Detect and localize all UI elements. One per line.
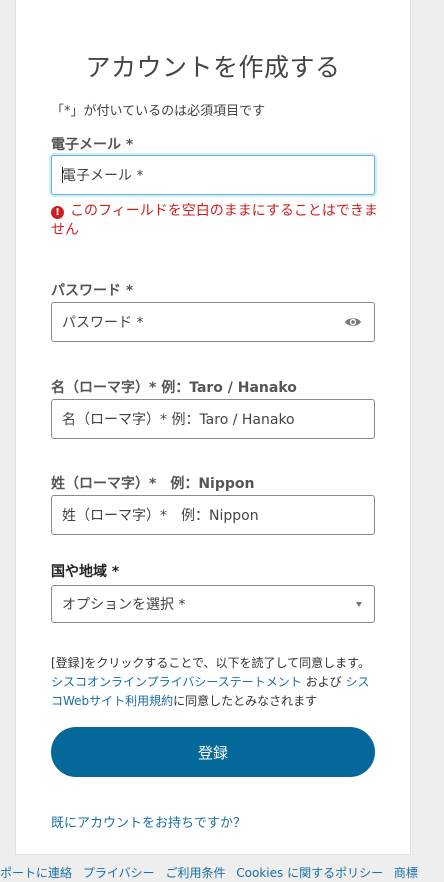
last-name-label: 姓（ローマ字）* 例：Nippon <box>51 476 255 492</box>
terms-text: [登録]をクリックすることで、以下を読了して同意します。 シスコオンラインプライ… <box>51 654 381 711</box>
first-name-placeholder: 名（ローマ字）* 例：Taro / Hanako <box>62 412 295 428</box>
required-note: 「*」が付いているのは必須項目です <box>51 104 266 119</box>
password-label: パスワード * <box>51 283 134 299</box>
page-title: アカウントを作成する <box>85 53 341 82</box>
caret-down-icon <box>356 602 362 607</box>
password-placeholder: パスワード * <box>62 315 144 331</box>
first-name-field[interactable]: 名（ローマ字）* 例：Taro / Hanako <box>51 399 375 439</box>
email-field[interactable]: 電子メール * <box>51 155 375 195</box>
country-label: 国や地域 * <box>51 564 120 580</box>
last-name-field[interactable]: 姓（ローマ字）* 例：Nippon <box>51 495 375 535</box>
privacy-statement-link[interactable]: シスコオンラインプライバシーステートメント <box>51 675 302 689</box>
footer-cookies-link[interactable]: Cookies に関するポリシー <box>236 866 383 880</box>
country-selected: オプションを選択 * <box>62 597 186 613</box>
email-error: ! このフィールドを空白のままにすることはできません <box>51 202 381 240</box>
footer-links: ポートに連絡 プライバシー ご利用条件 Cookies に関するポリシー 商標 <box>0 864 444 882</box>
eye-icon[interactable] <box>344 315 362 329</box>
last-name-placeholder: 姓（ローマ字）* 例：Nippon <box>62 508 259 524</box>
footer-contact-link[interactable]: ポートに連絡 <box>0 866 72 880</box>
terms-suffix: に同意したとみなされます <box>173 694 318 708</box>
signin-link[interactable]: 既にアカウントをお持ちですか？ <box>51 812 246 831</box>
first-name-label: 名（ローマ字）* 例：Taro / Hanako <box>51 380 297 396</box>
footer-trademarks-link[interactable]: 商標 <box>394 866 418 880</box>
email-error-text: このフィールドを空白のままにすることはできません <box>51 203 378 238</box>
footer-terms-link[interactable]: ご利用条件 <box>165 866 225 880</box>
password-field[interactable]: パスワード * <box>51 302 375 342</box>
error-circle-icon: ! <box>51 206 64 219</box>
email-label: 電子メール * <box>51 137 134 153</box>
terms-and: および <box>301 675 346 689</box>
terms-prefix: [登録]をクリックすることで、以下を読了して同意します。 <box>51 656 370 670</box>
footer-privacy-link[interactable]: プライバシー <box>83 866 155 880</box>
email-placeholder: 電子メール * <box>62 168 144 184</box>
register-button[interactable]: 登録 <box>51 727 375 777</box>
signup-card: アカウントを作成する 「*」が付いているのは必須項目です 電子メール * 電子メ… <box>15 0 411 855</box>
country-select[interactable]: オプションを選択 * <box>51 585 375 623</box>
